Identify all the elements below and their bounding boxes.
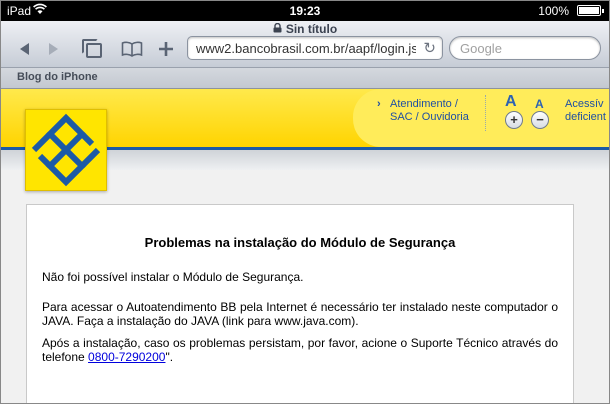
bookmarks-button[interactable] <box>119 38 145 60</box>
atendimento-line2: SAC / Ouvidoria <box>390 111 469 123</box>
font-decrease-button[interactable]: − <box>531 111 549 129</box>
acess-line1: Acessív <box>565 98 604 110</box>
lock-icon <box>273 22 282 36</box>
web-page: › Atendimento / SAC / Ouvidoria A A + − … <box>1 89 609 403</box>
back-arrow-icon <box>20 43 29 55</box>
message-paragraph-1: Não foi possível instalar o Módulo de Se… <box>42 270 304 284</box>
font-increase-button[interactable]: + <box>505 111 523 129</box>
url-text: www2.bancobrasil.com.br/aapf/login.jsp?.… <box>196 41 416 56</box>
message-panel: Problemas na instalação do Módulo de Seg… <box>26 204 574 403</box>
atendimento-line1: Atendimento / <box>390 98 458 110</box>
forward-arrow-icon <box>49 43 58 55</box>
phone-link[interactable]: 0800-7290200 <box>88 350 165 364</box>
battery-icon <box>577 5 604 16</box>
banco-do-brasil-logo[interactable] <box>25 109 107 191</box>
font-decrease-label: A <box>535 97 544 111</box>
add-bookmark-button[interactable] <box>153 38 179 60</box>
paragraph-3-end: ". <box>165 350 174 364</box>
page-title: Sin título <box>1 22 609 36</box>
status-bar: iPad 19:23 100% <box>1 1 609 21</box>
page-title-text: Sin título <box>285 22 338 36</box>
ipad-screen: iPad 19:23 100% Sin título www2.bancobra… <box>0 0 610 404</box>
acessibilidade-link[interactable]: Acessív deficient <box>565 98 606 124</box>
acess-line2: deficient <box>565 111 606 123</box>
header-divider <box>485 95 487 131</box>
address-field[interactable]: www2.bancobrasil.com.br/aapf/login.jsp?.… <box>187 36 443 60</box>
book-icon <box>121 41 143 57</box>
forward-button[interactable] <box>41 38 67 60</box>
back-button[interactable] <box>11 38 37 60</box>
browser-toolbar: Sin título www2.bancobrasil.com.br/aapf/… <box>1 21 609 68</box>
chevron-right-icon: › <box>377 98 381 110</box>
search-placeholder: Google <box>460 41 502 56</box>
clock: 19:23 <box>289 4 321 18</box>
font-increase-label: A <box>505 93 517 110</box>
message-paragraph-3: Após a instalação, caso os problemas per… <box>42 336 558 364</box>
message-title: Problemas na instalação do Módulo de Seg… <box>144 235 456 250</box>
plus-icon <box>159 42 173 56</box>
bookmark-item[interactable]: Blog do iPhone <box>17 71 98 83</box>
battery-percent: 100% <box>538 4 569 18</box>
reload-icon[interactable]: ↻ <box>423 39 436 57</box>
search-input[interactable]: Google <box>449 36 601 60</box>
bookmarks-bar: Blog do iPhone <box>1 68 609 89</box>
pages-icon <box>82 39 102 58</box>
pages-button[interactable] <box>81 38 107 60</box>
message-paragraph-2: Para acessar o Autoatendimento BB pela I… <box>42 300 558 328</box>
